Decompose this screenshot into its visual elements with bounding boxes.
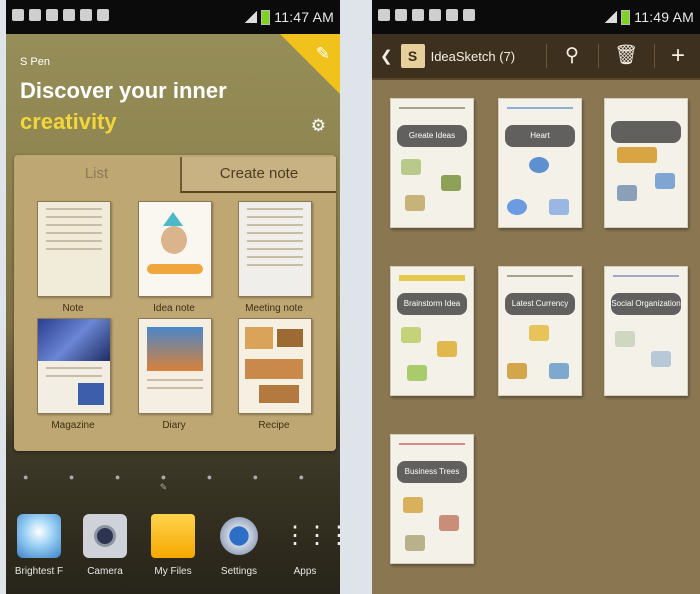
folder-title: IdeaSketch (7) [430,48,516,64]
divider [598,44,599,68]
search-icon: ⚲ [565,45,579,66]
dock-label: Settings [220,566,258,577]
template-label: Note [62,303,84,314]
sketch-card[interactable]: Heart [498,98,582,228]
trash-icon: 🗑 [613,45,639,66]
add-button[interactable]: + [658,34,698,78]
s-pen-widget[interactable]: S Pen Discover your inner creativity ✎ ⚙ [6,34,340,154]
divider [654,44,655,68]
dock-label: Camera [87,566,123,577]
sketch-card[interactable]: Latest Currency [498,266,582,396]
divider [546,44,547,68]
template-note[interactable]: Note [37,201,111,314]
apps-grid-icon: ⋮⋮⋮ [283,522,340,549]
sketch-card[interactable]: Business Trees [390,434,474,564]
template-label: Meeting note [245,303,303,314]
status-bar: 11:49 AM [372,0,700,34]
sketch-card[interactable]: Brainstorm Idea [390,266,474,396]
action-bar: ❮ S IdeaSketch (7) ⚲ 🗑 + [372,34,700,80]
tab-list[interactable]: List [14,157,179,191]
dock-app-brightest-flashlight[interactable]: Brightest F [10,514,68,577]
camera-icon [83,514,127,558]
battery-icon [261,9,271,25]
widget-eyebrow: S Pen [20,56,50,68]
sketch-card[interactable] [604,98,688,228]
sketch-card[interactable]: Social Organization [604,266,688,396]
signal-icon [245,11,258,23]
signal-icon [605,11,618,23]
sketch-caption: Brainstorm Idea [397,293,467,315]
template-idea-note[interactable]: Idea note [138,201,212,314]
sketch-card[interactable]: Greate Ideas [390,98,474,228]
gear-icon [217,514,261,558]
widget-headline: Discover your inner [20,78,227,103]
template-thumbnail [37,201,111,297]
phone-home-screen: 11:47 AM S Pen Discover your inner creat… [6,0,340,594]
delete-button[interactable]: 🗑 [606,34,646,78]
template-label: Idea note [153,303,195,314]
status-time: 11:49 AM [634,9,694,25]
template-label: Magazine [51,420,95,431]
template-recipe[interactable]: Recipe [238,318,312,431]
sketch-caption: Greate Ideas [397,125,467,147]
search-button[interactable]: ⚲ [552,34,592,78]
sketch-caption [611,121,681,143]
template-thumbnail [138,318,212,414]
status-bar: 11:47 AM [6,0,340,34]
app-dock: Brightest F Camera My Files Settings ⋮⋮⋮… [6,510,340,594]
template-thumbnail [238,201,312,297]
template-magazine[interactable]: Magazine [37,318,111,431]
template-label: Recipe [258,420,290,431]
pen-icon[interactable]: ✎ [316,44,330,64]
dock-app-camera[interactable]: Camera [76,514,134,577]
dock-label: Brightest F [14,566,64,577]
notification-icons [12,9,109,21]
folder-icon [151,514,195,558]
sketch-caption: Social Organization [611,293,681,315]
notification-icons [378,9,475,21]
template-thumbnail [37,318,111,414]
sketch-caption: Business Trees [397,461,467,483]
dock-label: My Files [154,566,192,577]
brightest-flashlight-icon [17,514,61,558]
tab-create-note[interactable]: Create note [180,157,336,193]
template-diary[interactable]: Diary [138,318,212,431]
status-time: 11:47 AM [274,9,334,25]
battery-icon [621,9,631,25]
widget-headline-highlight: creativity [20,109,117,134]
back-chevron-icon[interactable]: ❮ [380,47,393,65]
ideasketch-app-icon: S [400,44,425,68]
phone-ideasketch-screen: 11:49 AM ❮ S IdeaSketch (7) ⚲ 🗑 + Greate… [372,0,700,594]
note-template-panel: List Create note Note Idea note Meeting … [14,155,336,451]
plus-icon: + [670,42,685,69]
pen-corner [280,34,340,94]
dock-label: Apps [293,566,317,577]
template-thumbnail [138,201,212,297]
template-meeting-note[interactable]: Meeting note [238,201,312,314]
gear-icon[interactable]: ⚙ [311,116,326,136]
template-thumbnail [238,318,312,414]
sketch-caption: Heart [505,125,575,147]
dock-app-my-files[interactable]: My Files [144,514,202,577]
dock-app-apps[interactable]: ⋮⋮⋮ Apps [276,514,340,577]
template-label: Diary [162,420,186,431]
sketch-caption: Latest Currency [505,293,575,315]
dock-app-settings[interactable]: Settings [210,514,268,577]
page-indicator: ● ● ● ● ● ● ● ✎ [22,472,324,492]
